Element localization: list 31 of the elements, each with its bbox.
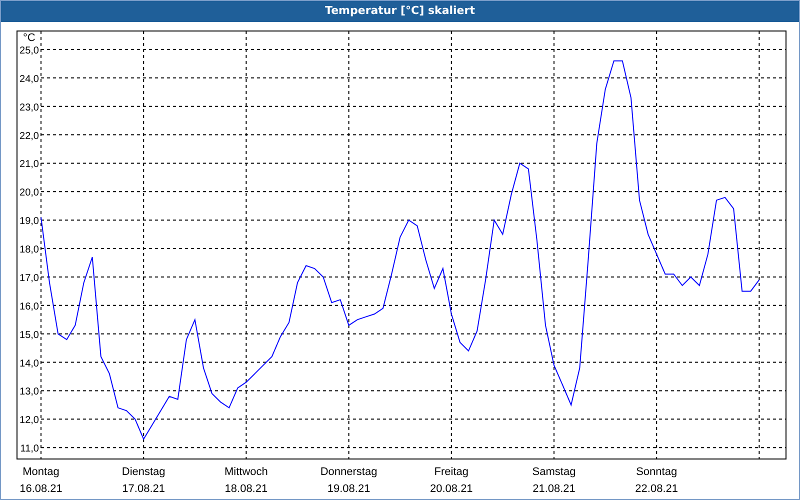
axis-tick-label: 24,0 (20, 74, 39, 85)
axis-tick-label: 14,0 (20, 358, 39, 370)
axis-tick-label: 23,0 (20, 102, 39, 114)
axis-tick-label: Donnerstag (320, 466, 378, 478)
axis-unit-label: °C (23, 32, 36, 44)
axis-tick-label: 12,0 (20, 415, 39, 426)
axis-tick-label: Samstag (532, 466, 576, 478)
axis-tick-label: 19,0 (20, 216, 39, 228)
axis-tick-label: 17,0 (20, 273, 39, 284)
axis-tick-label: 20,0 (20, 188, 39, 199)
date-label: 19.08.21 (327, 483, 370, 495)
chart-title: Temperatur [°C] skaliert (325, 3, 475, 20)
date-label: 22.08.21 (635, 483, 678, 495)
date-label: 17.08.21 (122, 483, 166, 495)
axis-tick-label: 18,0 (20, 244, 39, 256)
axis-tick-label: Freitag (434, 466, 469, 478)
date-label: 16.08.21 (20, 483, 62, 495)
axis-tick-label: 16,0 (20, 301, 39, 312)
date-label: 18.08.21 (224, 483, 268, 495)
axis-tick-label: 15,0 (20, 330, 39, 341)
date-label: 20.08.21 (430, 483, 473, 495)
axis-tick-label: 21,0 (20, 159, 39, 170)
date-label: 21.08.21 (532, 483, 576, 495)
axis-tick-label: Montag (22, 466, 60, 478)
axis-tick-label: 11,0 (20, 444, 39, 455)
axis-tick-label: Sonntag (636, 466, 678, 478)
axis-tick-label: 25,0 (20, 45, 39, 56)
axis-tick-label: Mittwoch (224, 466, 268, 478)
axis-tick-label: 13,0 (20, 386, 39, 398)
axis-tick-label: 22,0 (20, 130, 39, 142)
axis-tick-label: Dienstag (122, 466, 166, 478)
